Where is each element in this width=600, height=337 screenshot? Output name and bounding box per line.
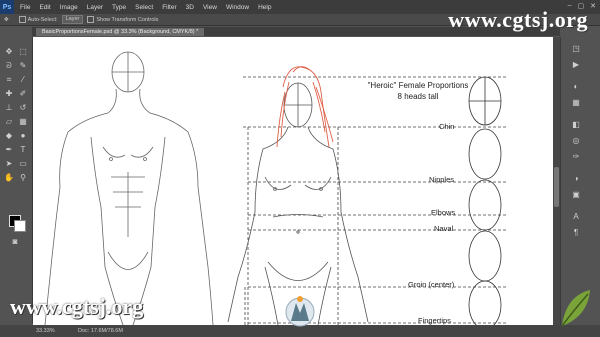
tools-panel: ✥ ⬚ ᘐ ✎ ⌗ ⁄ ✚ ✐ ⊥ ↺ ▱ ▦ ◆ ● ✒ T ➤ ▭ ✋ ⚲ … [0, 37, 33, 323]
zoom-tool-icon[interactable]: ⚲ [17, 173, 29, 183]
healing-tool-icon[interactable]: ✚ [3, 89, 15, 99]
landmark-nipples: Nipples [429, 175, 455, 184]
menu-help[interactable]: Help [258, 4, 271, 11]
landmark-chin: Chin [439, 122, 455, 131]
menu-edit[interactable]: Edit [39, 4, 50, 11]
right-panel-dock: ◳ ▶ ◐ ▦ ◧ ◎ ✑ ◑ ▣ A ¶ [560, 37, 600, 325]
minimize-icon[interactable]: – [568, 2, 572, 10]
lasso-tool-icon[interactable]: ᘐ [3, 61, 15, 71]
menu-window[interactable]: Window [226, 4, 249, 11]
history-panel-icon[interactable]: ◳ [569, 43, 583, 54]
quick-mask-icon[interactable]: ◙ [9, 237, 21, 247]
marquee-tool-icon[interactable]: ⬚ [17, 47, 29, 57]
transform-controls-label: Show Transform Controls [96, 16, 159, 23]
landmark-naval: Naval [434, 224, 454, 233]
checkbox-icon [18, 16, 26, 23]
head-units-column [468, 76, 502, 325]
window-controls: – ▢ ✕ [568, 2, 596, 10]
watermark-top: www.cgtsj.org [448, 7, 588, 32]
shape-tool-icon[interactable]: ▭ [17, 159, 29, 169]
path-select-tool-icon[interactable]: ➤ [3, 159, 15, 169]
pen-tool-icon[interactable]: ✒ [3, 145, 15, 155]
auto-select-label: Auto-Select: [27, 16, 58, 23]
canvas[interactable]: "Heroic" Female Proportions 8 heads tall… [33, 37, 553, 325]
color-panel-icon[interactable]: ◐ [569, 81, 583, 92]
landmark-groin: Groin (center) [408, 280, 455, 289]
transform-controls-checkbox[interactable] [87, 16, 96, 23]
menu-type[interactable]: Type [112, 4, 126, 11]
menu-3d[interactable]: 3D [186, 4, 194, 11]
landmark-elbows: Elbows [431, 208, 456, 217]
move-tool-icon[interactable]: ✥ [3, 47, 15, 57]
menu-filter[interactable]: Filter [162, 4, 176, 11]
zoom-level[interactable]: 33.33% [36, 328, 58, 334]
auto-select-checkbox[interactable] [18, 16, 28, 23]
document-tab[interactable]: BasicProportionsFemale.psd @ 33.3% (Back… [36, 28, 205, 36]
background-color-swatch[interactable] [14, 220, 26, 232]
menu-layer[interactable]: Layer [87, 4, 103, 11]
channels-panel-icon[interactable]: ◎ [569, 135, 583, 146]
document-size-info: Doc: 17.6M/78.6M [78, 328, 123, 334]
maximize-icon[interactable]: ▢ [578, 2, 585, 10]
leaf-logo-icon [561, 290, 590, 327]
canvas-title: "Heroic" Female Proportions [367, 81, 469, 90]
eyedropper-tool-icon[interactable]: ⁄ [17, 75, 29, 85]
menu-file[interactable]: File [20, 4, 30, 11]
eraser-tool-icon[interactable]: ▱ [3, 117, 15, 127]
stamp-tool-icon[interactable]: ⊥ [3, 103, 15, 113]
menu-select[interactable]: Select [135, 4, 153, 11]
paragraph-panel-icon[interactable]: ¶ [569, 227, 583, 238]
vertical-scrollbar[interactable] [553, 37, 560, 325]
character-panel-icon[interactable]: A [569, 211, 583, 222]
male-figure-sketch [44, 51, 214, 325]
hand-tool-icon[interactable]: ✋ [3, 173, 15, 183]
gradient-tool-icon[interactable]: ▦ [17, 117, 29, 127]
swatches-panel-icon[interactable]: ▦ [569, 97, 583, 108]
history-brush-tool-icon[interactable]: ↺ [17, 103, 29, 113]
photoshop-logo: Ps [0, 0, 14, 14]
menu-image[interactable]: Image [60, 4, 78, 11]
menu-view[interactable]: View [203, 4, 217, 11]
crop-tool-icon[interactable]: ⌗ [3, 75, 15, 85]
scrollbar-thumb[interactable] [554, 167, 559, 207]
layers-panel-icon[interactable]: ◧ [569, 119, 583, 130]
checkbox-icon [87, 16, 95, 23]
move-tool-icon[interactable]: ✥ [4, 17, 9, 23]
type-tool-icon[interactable]: T [17, 145, 29, 155]
dodge-tool-icon[interactable]: ● [17, 131, 29, 141]
styles-panel-icon[interactable]: ▣ [569, 189, 583, 200]
quick-select-tool-icon[interactable]: ✎ [17, 61, 29, 71]
landmark-fingertips: Fingertips [418, 316, 451, 325]
adjustments-panel-icon[interactable]: ◑ [569, 173, 583, 184]
canvas-subtitle: 8 heads tall [397, 92, 439, 101]
auto-select-dropdown[interactable]: Layer [61, 15, 84, 24]
female-figure-sketch [227, 82, 369, 325]
blur-tool-icon[interactable]: ◆ [3, 131, 15, 141]
close-icon[interactable]: ✕ [590, 2, 596, 10]
center-logo-icon [285, 296, 315, 327]
canvas-drawing [44, 51, 508, 325]
brush-tool-icon[interactable]: ✐ [17, 89, 29, 99]
paths-panel-icon[interactable]: ✑ [569, 151, 583, 162]
hair-sketch [276, 66, 334, 148]
watermark-bottom: www.cgtsj.org [10, 294, 144, 319]
actions-panel-icon[interactable]: ▶ [569, 59, 583, 70]
